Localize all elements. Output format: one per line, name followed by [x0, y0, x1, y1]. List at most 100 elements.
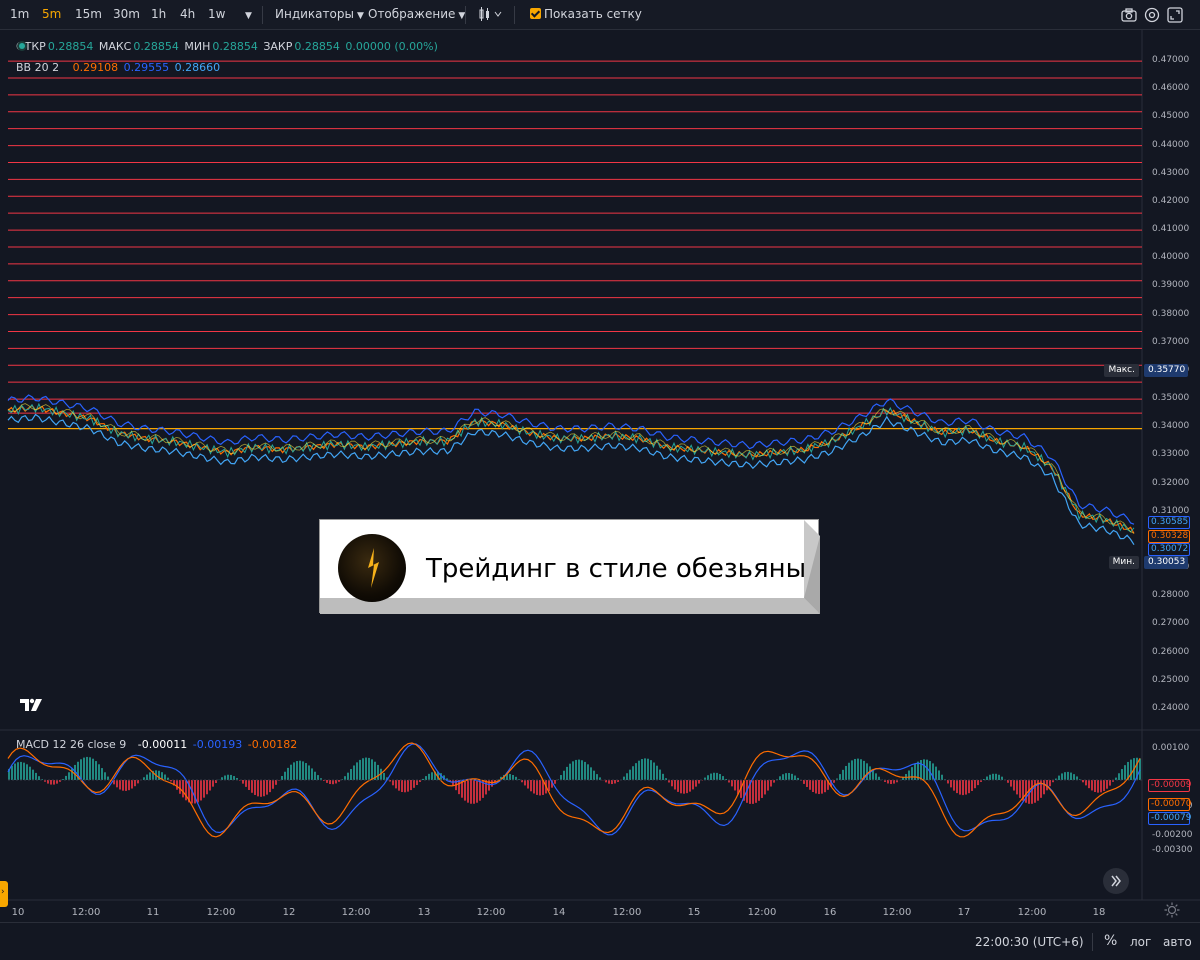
low-tag-label: Мин.	[1108, 556, 1139, 569]
log-scale-toggle[interactable]: лог	[1130, 935, 1151, 949]
price-tick-label: 0.37000	[1152, 336, 1190, 347]
macd-histogram-bar	[650, 760, 652, 780]
macd-histogram-bar	[1019, 780, 1021, 798]
macd-histogram-bar	[587, 764, 589, 780]
macd-histogram-bar	[479, 780, 481, 801]
price-chart-canvas[interactable]	[0, 30, 1200, 960]
macd-histogram-bar	[923, 759, 925, 780]
timeframe-5m[interactable]: 5m	[42, 7, 61, 21]
macd-histogram-bar	[56, 780, 58, 784]
macd-histogram-bar	[779, 776, 781, 780]
macd-histogram-bar	[968, 780, 970, 794]
time-tick-label: 17	[957, 907, 971, 918]
macd-histogram-bar	[293, 762, 295, 780]
chart-area[interactable]: ОТКР 0.28854 МАКС 0.28854 МИН 0.28854 ЗАКР 0…	[0, 30, 1200, 960]
macd-histogram-bar	[629, 769, 631, 780]
scroll-to-realtime-button[interactable]	[1103, 868, 1129, 894]
macd-histogram-bar	[284, 771, 286, 780]
timeframe-15m[interactable]: 15m	[75, 7, 102, 21]
macd-histogram-bar	[641, 759, 643, 780]
macd-histogram-bar	[590, 767, 592, 780]
open-value: 0.28854	[47, 40, 94, 53]
macd-histogram-bar	[662, 773, 664, 780]
macd-histogram-bar	[1064, 772, 1066, 780]
macd-histogram-bar	[197, 780, 199, 803]
tradingview-logo-icon[interactable]	[18, 696, 44, 714]
time-tick-label: 12:00	[882, 907, 912, 918]
macd-histogram-bar	[314, 771, 316, 780]
time-tick-label: 10	[11, 907, 25, 918]
macd-histogram-bar	[608, 780, 610, 784]
macd-histogram-bar	[1106, 780, 1108, 789]
macd-histogram-bar	[356, 762, 358, 780]
side-panel-toggle[interactable]: ›	[0, 881, 8, 907]
macd-legend: MACD 12 26 close 9 -0.00011 -0.00193 -0.…	[16, 738, 299, 751]
macd-histogram-bar	[164, 774, 166, 780]
macd-histogram-bar	[38, 776, 40, 780]
macd-signal-value: -0.00182	[247, 738, 298, 751]
camera-icon[interactable]	[1119, 5, 1139, 25]
macd-histogram-bar	[146, 774, 148, 780]
macd-histogram-bar	[1118, 773, 1120, 780]
macd-histogram-bar	[413, 780, 415, 788]
timeframe-1h[interactable]: 1h	[151, 7, 166, 21]
show-grid-label: Показать сетку	[544, 7, 642, 21]
macd-histogram-bar	[524, 780, 526, 786]
macd-histogram-bar	[713, 772, 715, 780]
time-tick-label: 12:00	[612, 907, 642, 918]
macd-histogram-bar	[911, 767, 913, 780]
macd-histogram-bar	[680, 780, 682, 794]
macd-tick-label: -0.00300	[1152, 845, 1193, 855]
toolbar: 1m 5m 15m 30m 1h 4h 1w ▼ Индикаторы ▼ Ото…	[0, 0, 1200, 30]
checkbox-checked-icon	[530, 8, 541, 19]
monkey-logo-icon	[368, 548, 379, 588]
price-tick-label: 0.45000	[1152, 111, 1190, 122]
sun-settings-icon[interactable]	[1164, 902, 1180, 918]
time-tick-label: 11	[146, 907, 160, 918]
timeframe-4h[interactable]: 4h	[180, 7, 195, 21]
macd-histogram-bar	[257, 780, 259, 797]
macd-histogram-bar	[1139, 758, 1141, 780]
price-tick-label: 0.32000	[1152, 477, 1190, 488]
auto-scale-toggle[interactable]: авто	[1163, 935, 1192, 949]
time-tick-label: 18	[1092, 907, 1106, 918]
timeframe-1w[interactable]: 1w	[208, 7, 225, 21]
macd-histogram-bar	[854, 758, 856, 780]
price-tick-label: 0.31000	[1152, 505, 1190, 516]
macd-histogram-bar	[554, 780, 556, 784]
timeframe-30m[interactable]: 30m	[113, 7, 140, 21]
macd-histogram-bar	[416, 780, 418, 786]
macd-histogram-bar	[566, 766, 568, 780]
percent-scale-toggle[interactable]: %	[1104, 933, 1117, 949]
macd-histogram-bar	[92, 758, 94, 780]
show-grid-checkbox[interactable]: Показать сетку	[530, 7, 642, 21]
macd-histogram-bar	[842, 769, 844, 780]
clock-timezone[interactable]: 22:00:30 (UTC+6)	[975, 935, 1084, 949]
macd-histogram-bar	[947, 780, 949, 784]
timeframe-more-dropdown[interactable]: ▼	[242, 7, 252, 21]
macd-histogram-bar	[335, 780, 337, 784]
macd-histogram-bar	[428, 773, 430, 780]
chevron-down-icon: ▼	[356, 11, 364, 21]
timeframe-1m[interactable]: 1m	[10, 7, 29, 21]
macd-histogram-bar	[362, 758, 364, 780]
low-label: МИН	[184, 40, 211, 53]
macd-histogram-bar	[476, 780, 478, 803]
macd-histogram-bar	[89, 757, 91, 780]
chevron-right-icon: ›	[1, 887, 5, 897]
macd-histogram-bar	[464, 780, 466, 801]
macd-histogram-bar	[614, 780, 616, 784]
time-tick-label: 12	[282, 907, 296, 918]
gear-icon[interactable]	[1142, 5, 1162, 25]
status-bar: 22:00:30 (UTC+6) % лог авто	[0, 922, 1200, 960]
fullscreen-icon[interactable]	[1165, 5, 1185, 25]
chart-type-dropdown[interactable]	[478, 7, 504, 24]
close-price-box: 0.30328	[1148, 530, 1190, 543]
macd-histogram-bar	[527, 780, 529, 789]
macd-histogram-bar	[212, 780, 214, 787]
indicators-button[interactable]: Индикаторы ▼	[275, 7, 364, 21]
high-tag-value: 0.35770	[1144, 364, 1188, 377]
macd-histogram-bar	[530, 780, 532, 792]
macd-histogram-bar	[311, 768, 313, 780]
display-button[interactable]: Отображение ▼	[368, 7, 465, 21]
